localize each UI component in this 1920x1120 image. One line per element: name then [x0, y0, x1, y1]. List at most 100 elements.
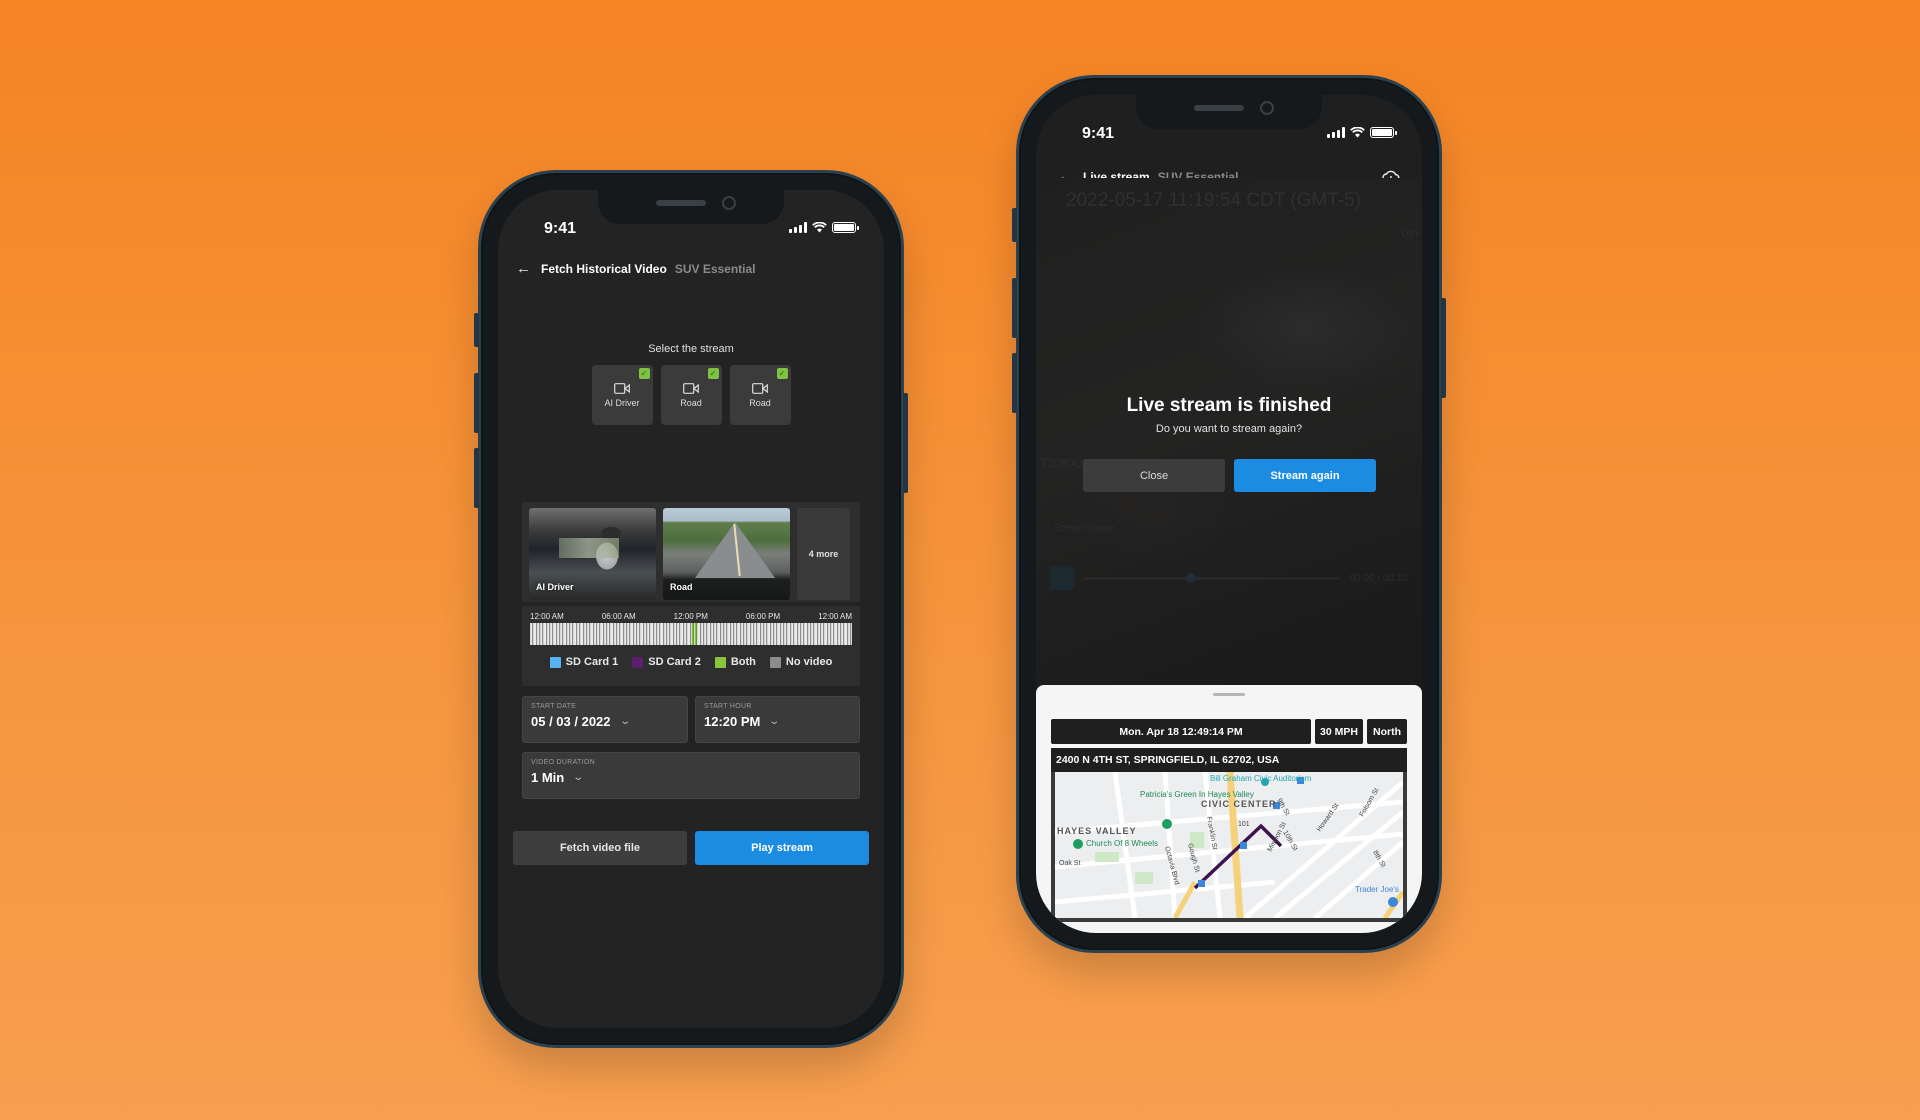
timeline-segment[interactable] [808, 623, 811, 645]
timeline-segment[interactable] [604, 623, 607, 645]
timeline-segment[interactable] [617, 623, 621, 645]
timeline-segment[interactable] [597, 623, 601, 645]
timeline-segment[interactable] [574, 623, 577, 645]
timeline-segment[interactable] [691, 623, 694, 645]
timeline-segment[interactable] [638, 623, 641, 645]
timeline-segment[interactable] [758, 623, 761, 645]
timeline-segment[interactable] [531, 623, 534, 645]
stream-tile-road-2[interactable]: ✓ Road [729, 365, 791, 425]
timeline-segment[interactable] [654, 623, 658, 645]
timeline-segment[interactable] [761, 623, 765, 645]
timeline-segment[interactable] [765, 623, 768, 645]
timeline-segment[interactable] [781, 623, 785, 645]
timeline-segment[interactable] [751, 623, 755, 645]
timeline-segment[interactable] [631, 623, 634, 645]
timeline-segment[interactable] [841, 623, 845, 645]
timeline-segment[interactable] [718, 623, 721, 645]
timeline-segment[interactable] [554, 623, 557, 645]
timeline-segment[interactable] [634, 623, 637, 645]
timeline-segment[interactable] [577, 623, 581, 645]
timeline-segment[interactable] [838, 623, 841, 645]
timeline-segment[interactable] [755, 623, 758, 645]
timeline-segment[interactable] [704, 623, 708, 645]
timeline-segment[interactable] [607, 623, 611, 645]
timeline-segment[interactable] [698, 623, 701, 645]
timeline-segment[interactable] [724, 623, 728, 645]
timeline-segment[interactable] [738, 623, 741, 645]
timeline-segment[interactable] [551, 623, 554, 645]
timeline-segment[interactable] [541, 623, 544, 645]
timeline-segment[interactable] [644, 623, 648, 645]
timeline-segment[interactable] [641, 623, 644, 645]
timeline-segment[interactable] [537, 623, 541, 645]
timeline-segment[interactable] [581, 623, 584, 645]
timeline-segment[interactable] [788, 623, 791, 645]
checkbox-checked-icon[interactable]: ✓ [776, 368, 788, 379]
timeline-segment[interactable] [627, 623, 631, 645]
timeline-segment[interactable] [701, 623, 704, 645]
timeline-segment[interactable] [815, 623, 818, 645]
preview-road[interactable]: Road [663, 508, 790, 600]
timeline-segment[interactable] [674, 623, 678, 645]
timeline-segment[interactable] [811, 623, 815, 645]
timeline-segment[interactable] [564, 623, 567, 645]
timeline-segment[interactable] [567, 623, 571, 645]
timeline-segment[interactable] [648, 623, 651, 645]
start-hour-select[interactable]: START HOUR 12:20 PM ⌄ [695, 696, 860, 743]
timeline-segment[interactable] [668, 623, 671, 645]
timeline-segment[interactable] [734, 623, 738, 645]
timeline-segment[interactable] [748, 623, 751, 645]
timeline-segment[interactable] [848, 623, 851, 645]
video-duration-select[interactable]: VIDEO DURATION 1 Min ⌄ [522, 752, 860, 799]
timeline-segment[interactable] [785, 623, 788, 645]
timeline-segment[interactable] [775, 623, 778, 645]
timeline-segment[interactable] [771, 623, 775, 645]
timeline-segment[interactable] [547, 623, 551, 645]
timeline-segment[interactable] [611, 623, 614, 645]
timeline-segment[interactable] [681, 623, 684, 645]
timeline-segment[interactable] [708, 623, 711, 645]
timeline-segment[interactable] [798, 623, 801, 645]
stream-tile-road-1[interactable]: ✓ Road [660, 365, 722, 425]
timeline-segment[interactable] [845, 623, 848, 645]
timeline-segment[interactable] [591, 623, 594, 645]
timeline-segment[interactable] [584, 623, 587, 645]
fetch-video-file-button[interactable]: Fetch video file [513, 831, 687, 865]
preview-ai-driver[interactable]: AI Driver [529, 508, 656, 600]
checkbox-checked-icon[interactable]: ✓ [707, 368, 719, 379]
timeline-segment[interactable] [561, 623, 564, 645]
timeline-segment[interactable] [651, 623, 654, 645]
timeline-segment[interactable] [587, 623, 591, 645]
timeline-segment[interactable] [828, 623, 831, 645]
play-stream-button[interactable]: Play stream [695, 831, 869, 865]
timeline-segment[interactable] [621, 623, 624, 645]
timeline-segment[interactable] [614, 623, 617, 645]
timeline-segment[interactable] [688, 623, 691, 645]
timeline-segment[interactable] [831, 623, 835, 645]
timeline-segment[interactable] [768, 623, 771, 645]
timeline-segment[interactable] [594, 623, 597, 645]
more-previews-button[interactable]: 4 more [797, 508, 850, 600]
timeline-segment[interactable] [557, 623, 561, 645]
timeline-segment[interactable] [601, 623, 604, 645]
timeline-segment[interactable] [818, 623, 821, 645]
timeline-segment[interactable] [745, 623, 748, 645]
timeline-segment[interactable] [714, 623, 718, 645]
checkbox-checked-icon[interactable]: ✓ [638, 368, 650, 379]
timeline-segment[interactable] [664, 623, 668, 645]
timeline-segment[interactable] [741, 623, 744, 645]
stream-again-button[interactable]: Stream again [1234, 459, 1376, 492]
timeline-segment[interactable] [825, 623, 828, 645]
timeline-segment[interactable] [791, 623, 795, 645]
sheet-drag-handle[interactable] [1213, 693, 1245, 696]
timeline-segment[interactable] [684, 623, 688, 645]
timeline-segment[interactable] [795, 623, 798, 645]
timeline-scrubber[interactable] [530, 623, 852, 645]
timeline-segment[interactable] [658, 623, 661, 645]
back-arrow-icon[interactable]: ← [516, 260, 531, 277]
timeline-segment[interactable] [778, 623, 781, 645]
timeline-segment[interactable] [624, 623, 627, 645]
route-map[interactable]: HAYES VALLEY CIVIC CENTER Church Of 8 Wh… [1051, 772, 1407, 922]
timeline-segment[interactable] [805, 623, 808, 645]
timeline-segment[interactable] [801, 623, 805, 645]
